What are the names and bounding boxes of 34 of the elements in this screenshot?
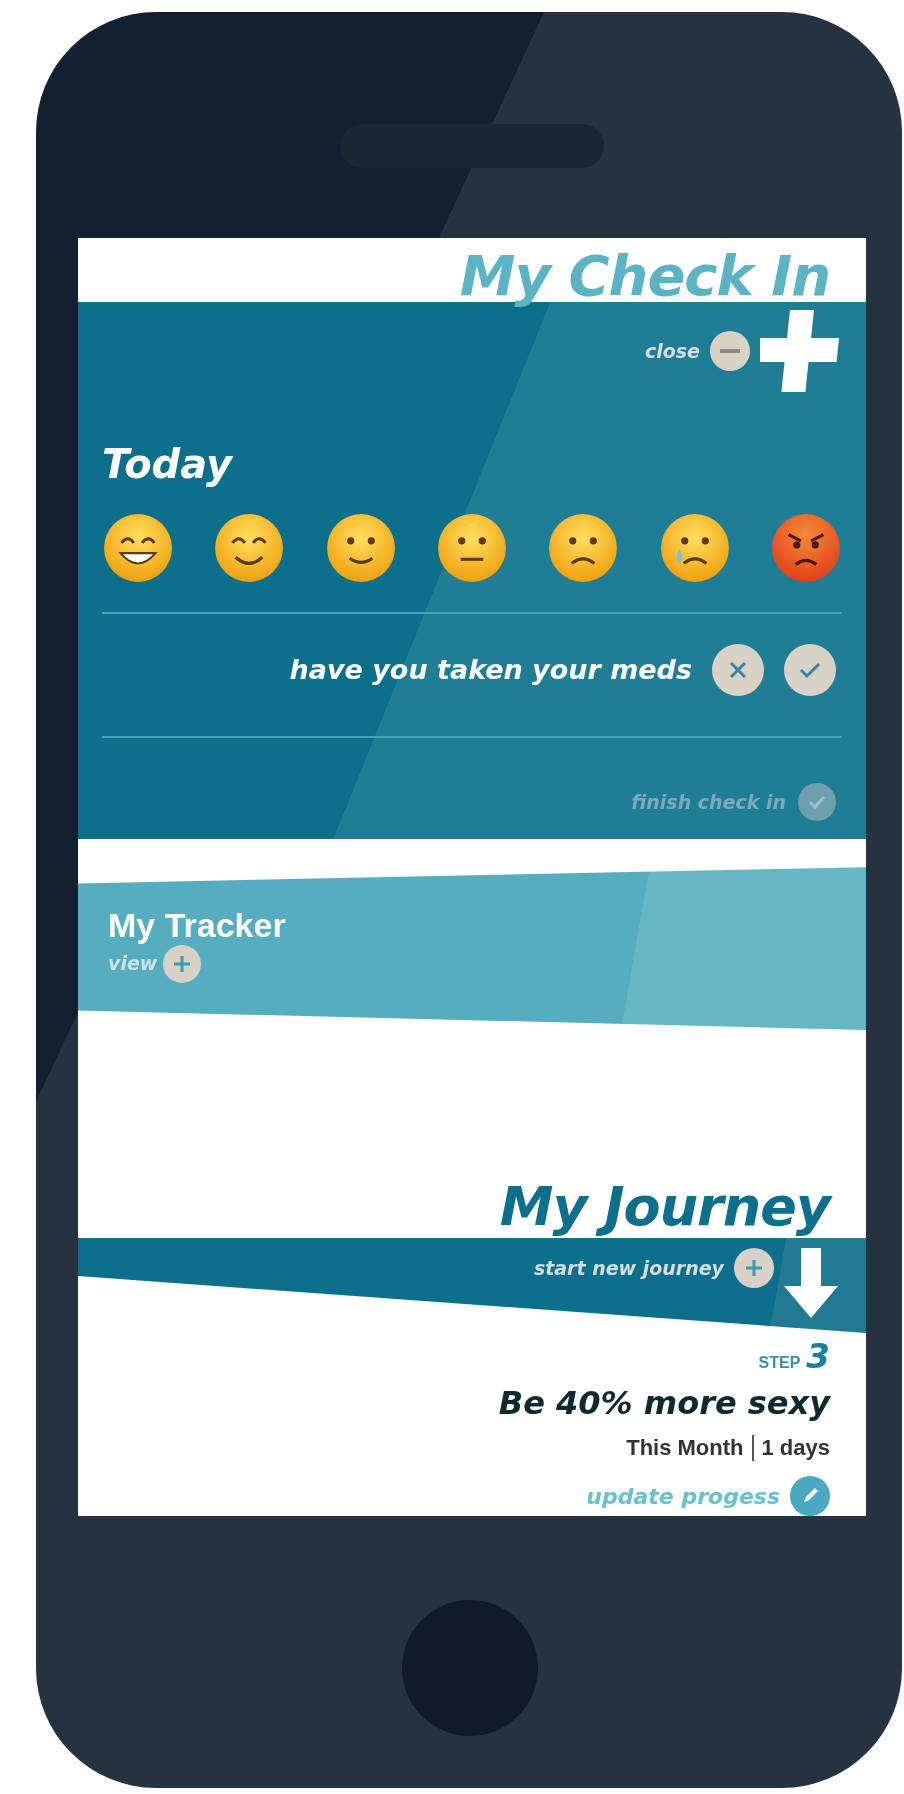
meds-question: have you taken your meds: [289, 652, 692, 687]
finish-button[interactable]: [798, 782, 836, 821]
start-journey-button[interactable]: [734, 1248, 774, 1288]
update-progress-label: update progess: [586, 1482, 780, 1511]
today-heading: Today: [102, 439, 235, 489]
duration-label: 1 days: [761, 1434, 830, 1462]
close-icon: [728, 659, 748, 680]
view-button[interactable]: [163, 944, 202, 983]
tracker-title: My Tracker: [108, 907, 287, 945]
period-label: This Month: [626, 1434, 744, 1462]
start-new-journey-label: start new journey: [533, 1256, 724, 1281]
check-icon: [799, 660, 821, 679]
face-icon[interactable]: [436, 511, 508, 584]
step-number: 3: [806, 1339, 830, 1373]
plus-icon: [743, 1257, 765, 1279]
face-icon[interactable]: [102, 511, 174, 584]
goal-title: Be 40% more sexy: [498, 1383, 830, 1424]
check-icon: [808, 794, 826, 809]
face-icon[interactable]: [324, 511, 397, 584]
face-icon[interactable]: [547, 511, 620, 584]
minus-icon: [720, 347, 740, 354]
no-button[interactable]: [712, 643, 764, 696]
face-icon[interactable]: [769, 511, 842, 584]
view-label: view: [108, 951, 158, 977]
plus-icon: [760, 309, 842, 392]
finish-check-in-label: finish check in: [631, 789, 786, 815]
yes-button[interactable]: [784, 643, 836, 696]
minus-button[interactable]: [710, 330, 750, 371]
close-label: close: [644, 338, 700, 364]
step-label: STEP: [758, 1353, 801, 1373]
face-icon[interactable]: [658, 511, 731, 584]
face-icon[interactable]: [213, 511, 286, 584]
edit-button[interactable]: [790, 1476, 830, 1516]
down-arrow-icon: [784, 1248, 838, 1318]
